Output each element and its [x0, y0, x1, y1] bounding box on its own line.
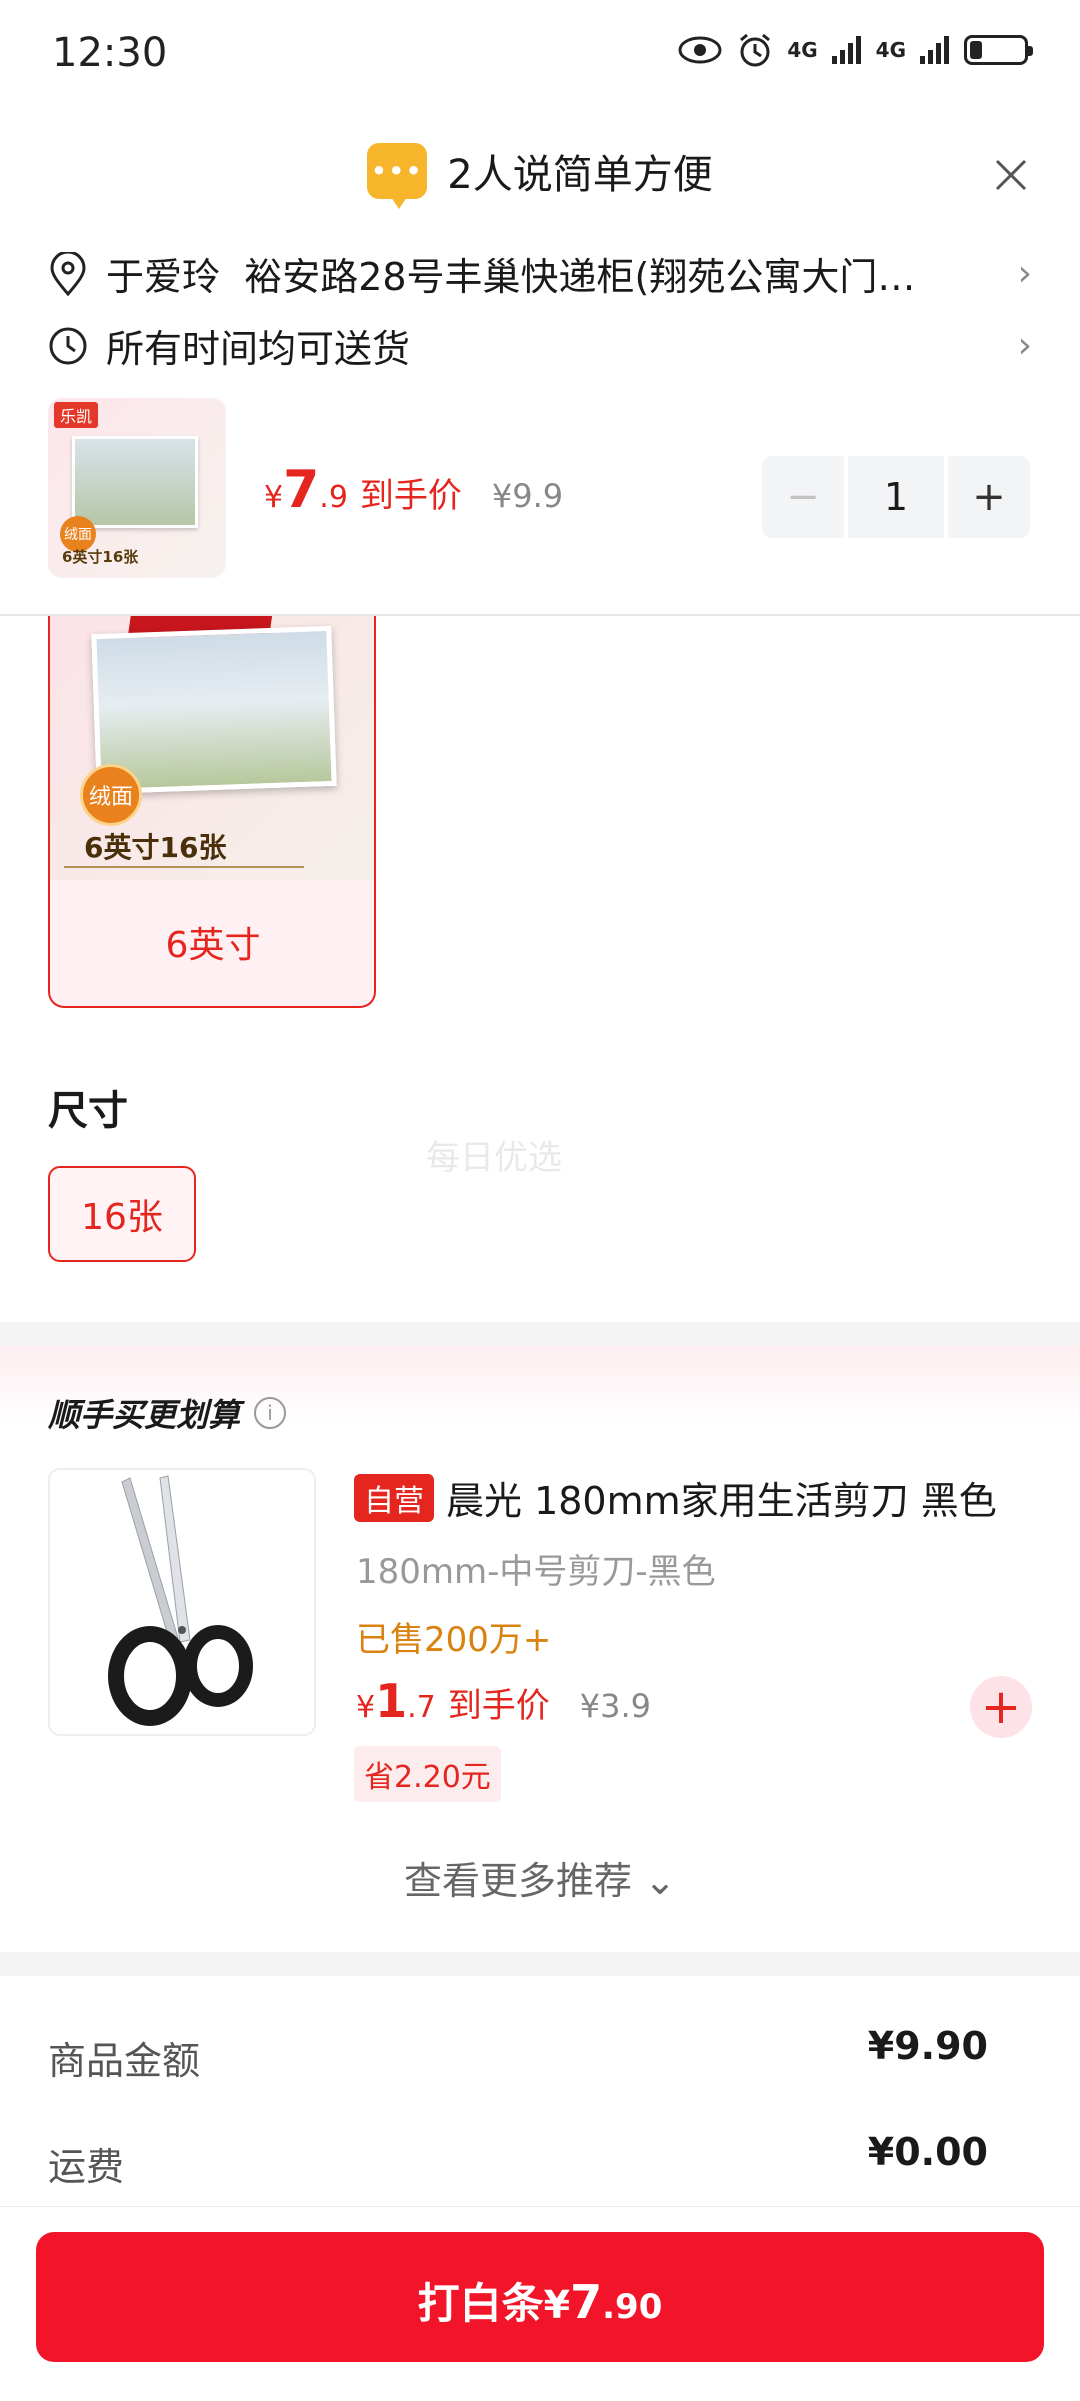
recommend-title-text: 顺手买更划算 — [48, 1396, 241, 1434]
close-icon[interactable] — [994, 158, 1028, 192]
clock-icon — [49, 327, 87, 364]
self-operated-tag: 自营 — [354, 1474, 434, 1522]
network-4g-label: 4G — [787, 38, 818, 62]
variant-label: 6英寸 — [165, 925, 261, 966]
increase-button[interactable]: + — [948, 456, 1030, 538]
item-spec: 180mm-中号剪刀-黑色 — [356, 1552, 716, 1592]
section-separator-2 — [0, 1952, 1080, 1976]
final-price-label: 到手价 — [359, 476, 462, 516]
final-price-label: 到手价 — [447, 1686, 550, 1726]
recommend-title: 顺手买更划算 i — [48, 1390, 287, 1436]
shipping-value: ¥0.00 — [867, 2130, 988, 2174]
size-section-title: 尺寸 — [48, 1088, 128, 1134]
delivery-time-text: 所有时间均可送货 — [106, 327, 411, 371]
subtotal-label: 商品金额 — [48, 2039, 201, 2083]
pay-button-label: 打白条 — [417, 2279, 544, 2328]
price-integer: 7 — [283, 460, 320, 520]
scissors-icon — [108, 1475, 253, 1726]
subtotal-value: ¥9.90 — [867, 2024, 988, 2068]
network-4g-label-2: 4G — [875, 38, 906, 62]
battery-icon — [964, 35, 1033, 65]
add-to-order-button[interactable]: + — [970, 1676, 1032, 1738]
chat-bubble-icon: ••• — [367, 143, 428, 209]
recipient-name: 于爱玲 — [106, 255, 221, 299]
original-price: ¥9.9 — [491, 477, 564, 515]
social-proof-notice: ••• 2人说简单方便 — [0, 142, 1080, 209]
signal-icon-2 — [920, 36, 949, 64]
item-final-price: ¥ 1 .7 到手价 ¥3.9 — [356, 1674, 651, 1728]
watermark: 每日优选 — [426, 1138, 562, 1178]
decrease-button[interactable]: − — [762, 456, 844, 538]
chevron-right-icon-2: › — [1017, 325, 1032, 366]
thumbnail-caption: 6英寸16张 — [62, 548, 139, 566]
scissors-image[interactable] — [48, 1468, 316, 1736]
variant-option-6inch[interactable]: 绒面 6英寸16张 6英寸 — [48, 616, 376, 1008]
shipping-label: 运费 — [48, 2145, 125, 2189]
quantity-value[interactable]: 1 — [848, 456, 944, 538]
final-price: ¥ 7 .9 到手价 ¥9.9 — [264, 460, 563, 520]
original-price: ¥3.9 — [579, 1687, 651, 1725]
pay-button[interactable]: 打白条 ¥ 7 .90 — [36, 2232, 1044, 2362]
currency-symbol: ¥ — [264, 480, 284, 515]
savings-tag: 省2.20元 — [354, 1746, 501, 1802]
eye-icon — [678, 36, 722, 64]
chevron-right-icon: › — [1017, 253, 1032, 294]
notice-text: 2人说简单方便 — [447, 152, 713, 198]
product-thumbnail: 乐凯 绒面 6英寸16张 — [48, 398, 226, 578]
signal-icon — [831, 36, 861, 64]
status-icons: 4G 4G — [677, 32, 1033, 68]
photo-image — [72, 436, 198, 528]
variant-caption: 6英寸16张 — [84, 831, 227, 864]
pay-decimal: .90 — [602, 2287, 663, 2327]
location-pin-icon — [50, 251, 86, 296]
size-option-16[interactable]: 16张 — [48, 1166, 196, 1262]
brand-logo: 乐凯 — [54, 402, 99, 428]
price-decimal: .9 — [319, 480, 348, 515]
address-row[interactable]: 于爱玲 裕安路28号丰巢快递柜(翔苑公寓大门… › — [48, 246, 1032, 301]
price-integer: 1 — [375, 1674, 408, 1728]
item-sold-count: 已售200万+ — [356, 1620, 552, 1660]
info-icon[interactable]: i — [254, 1397, 287, 1429]
section-separator — [0, 1322, 1080, 1346]
address-detail: 裕安路28号丰巢快递柜(翔苑公寓大门… — [244, 255, 916, 299]
pay-currency: ¥ — [543, 2283, 571, 2327]
see-more-recommendations[interactable]: 查看更多推荐 ⌄ — [0, 1850, 1080, 1905]
texture-badge: 绒面 — [80, 764, 142, 826]
caption-underline — [64, 866, 304, 868]
status-time: 12:30 — [52, 30, 168, 76]
variant-image: 绒面 6英寸16张 — [50, 616, 374, 880]
quantity-stepper: − 1 + — [762, 456, 1032, 538]
alarm-icon — [740, 33, 771, 67]
delivery-time-row[interactable]: 所有时间均可送货 › — [48, 318, 1032, 373]
pay-integer: 7 — [570, 2275, 603, 2329]
item-title[interactable]: 晨光 180mm家用生活剪刀 黑色 — [446, 1470, 997, 1525]
currency-symbol: ¥ — [356, 1690, 376, 1725]
price-decimal: .7 — [407, 1690, 436, 1725]
